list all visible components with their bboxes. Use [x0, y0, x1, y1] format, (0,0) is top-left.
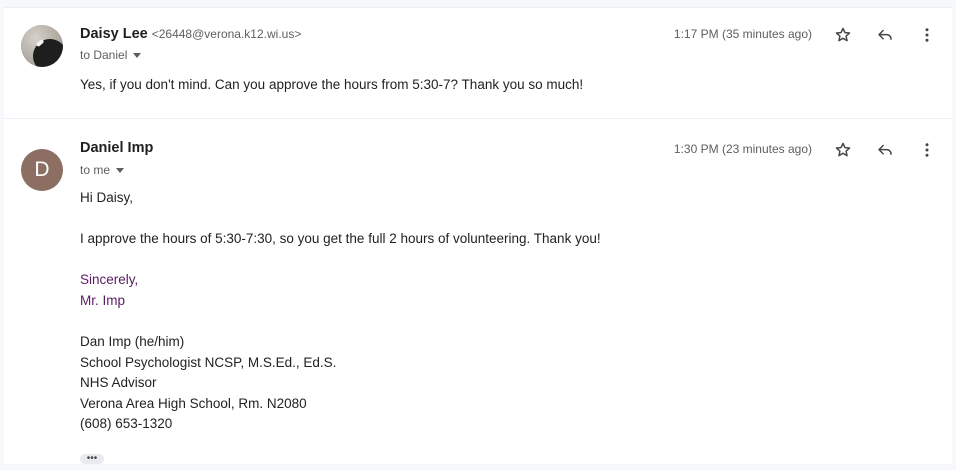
sender-avatar[interactable] — [21, 25, 63, 67]
signature-line: Dan Imp (he/him) — [80, 334, 185, 349]
more-vert-icon[interactable] — [915, 138, 939, 162]
sender-name[interactable]: Daisy Lee — [80, 26, 148, 42]
chevron-down-icon[interactable] — [133, 52, 142, 58]
recipient-details-toggle[interactable]: to me — [80, 163, 125, 177]
reply-icon[interactable] — [873, 138, 897, 162]
signature-line: School Psychologist NCSP, M.S.Ed., Ed.S. — [80, 355, 337, 370]
show-trimmed-content-button[interactable]: ••• — [80, 454, 104, 464]
email-thread: Daisy Lee <26448@verona.k12.wi.us> to Dan… — [4, 7, 952, 464]
signature-closing-name: Mr. Imp — [80, 293, 126, 308]
message-timestamp: 1:17 PM (35 minutes ago) — [673, 27, 812, 41]
sender-avatar[interactable]: D — [21, 149, 63, 191]
star-icon[interactable] — [831, 23, 855, 47]
recipient-details-toggle[interactable]: to Daniel — [80, 48, 142, 62]
sender-name[interactable]: Daniel Imp — [80, 140, 153, 156]
sender-line: Daisy Lee <26448@verona.k12.wi.us> — [80, 25, 301, 43]
email-message[interactable]: Daisy Lee <26448@verona.k12.wi.us> to Dan… — [4, 8, 952, 118]
recipient-label: to me — [80, 163, 111, 177]
signature-phone: (608) 653-1320 — [80, 416, 173, 431]
message-body: Yes, if you don't mind. Can you approve … — [80, 77, 584, 92]
signature-closing: Sincerely, — [80, 272, 139, 287]
reply-icon[interactable] — [873, 23, 897, 47]
message-body: I approve the hours of 5:30-7:30, so you… — [80, 231, 601, 246]
chevron-down-icon[interactable] — [116, 167, 125, 173]
signature-line: NHS Advisor — [80, 375, 157, 390]
sender-line: Daniel Imp — [80, 139, 153, 157]
gmail-thread-view: Daisy Lee <26448@verona.k12.wi.us> to Dan… — [0, 0, 956, 470]
message-greeting: Hi Daisy, — [80, 190, 134, 205]
recipient-label: to Daniel — [80, 48, 128, 62]
more-vert-icon[interactable] — [915, 23, 939, 47]
message-timestamp: 1:30 PM (23 minutes ago) — [673, 142, 812, 156]
signature-line: Verona Area High School, Rm. N2080 — [80, 396, 307, 411]
email-message[interactable]: D Daniel Imp to me 1:30 PM (23 minutes a… — [4, 118, 952, 465]
sender-email: <26448@verona.k12.wi.us> — [151, 27, 302, 41]
star-icon[interactable] — [831, 138, 855, 162]
